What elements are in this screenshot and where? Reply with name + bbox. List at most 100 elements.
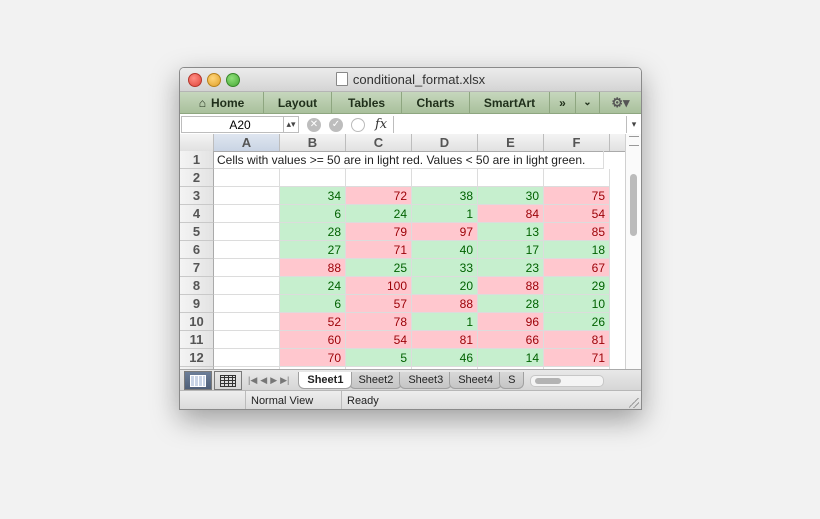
cell-a[interactable]: [214, 169, 280, 187]
split-handle-icon[interactable]: [629, 136, 639, 146]
page-layout-view-button[interactable]: [214, 371, 242, 390]
cell-a[interactable]: [214, 277, 280, 295]
sheet-tab-sheet4[interactable]: Sheet4: [449, 372, 503, 389]
data-cell[interactable]: [544, 169, 610, 187]
data-cell[interactable]: 79: [346, 223, 412, 241]
horizontal-scroll-thumb[interactable]: [535, 377, 562, 384]
prev-sheet-icon[interactable]: ◀: [260, 375, 267, 386]
data-cell[interactable]: [412, 169, 478, 187]
data-cell[interactable]: 84: [478, 205, 544, 223]
next-sheet-icon[interactable]: ▶: [270, 375, 277, 386]
data-cell[interactable]: 96: [478, 313, 544, 331]
data-cell[interactable]: 17: [478, 241, 544, 259]
row-header[interactable]: 9: [180, 295, 214, 313]
column-header-c[interactable]: C: [346, 134, 412, 151]
data-cell[interactable]: 24: [346, 205, 412, 223]
data-cell[interactable]: 30: [478, 187, 544, 205]
formula-expand-icon[interactable]: ▾: [626, 116, 641, 133]
data-cell[interactable]: 40: [412, 241, 478, 259]
data-cell[interactable]: 70: [280, 349, 346, 367]
select-all-corner[interactable]: [180, 134, 214, 151]
row-header[interactable]: 6: [180, 241, 214, 259]
cancel-formula-icon[interactable]: ✕: [307, 117, 321, 132]
fx-label[interactable]: fx: [375, 117, 387, 132]
data-cell[interactable]: 6: [280, 205, 346, 223]
chevron-down-icon[interactable]: ⌄: [576, 92, 600, 113]
row-header[interactable]: 5: [180, 223, 214, 241]
data-cell[interactable]: 1: [412, 313, 478, 331]
row-header[interactable]: 11: [180, 331, 214, 349]
accept-formula-icon[interactable]: ✓: [329, 117, 343, 132]
cell-a[interactable]: [214, 241, 280, 259]
resize-grip-icon[interactable]: [629, 398, 639, 408]
data-cell[interactable]: 60: [280, 331, 346, 349]
sheet-tab-sheet1[interactable]: Sheet1: [298, 372, 353, 389]
data-cell[interactable]: 54: [346, 331, 412, 349]
data-cell[interactable]: 46: [412, 349, 478, 367]
sheet-tab-s[interactable]: S: [499, 372, 525, 389]
column-header-a[interactable]: A: [214, 134, 280, 151]
cell-a[interactable]: [214, 187, 280, 205]
sheet-tab-sheet3[interactable]: Sheet3: [399, 372, 453, 389]
row-header[interactable]: 8: [180, 277, 214, 295]
data-cell[interactable]: 33: [412, 259, 478, 277]
data-cell[interactable]: 100: [346, 277, 412, 295]
column-header-b[interactable]: B: [280, 134, 346, 151]
data-cell[interactable]: 78: [346, 313, 412, 331]
cell-a[interactable]: [214, 205, 280, 223]
name-box-stepper-icon[interactable]: ▴▾: [283, 117, 298, 132]
data-cell[interactable]: 72: [346, 187, 412, 205]
row-header[interactable]: 4: [180, 205, 214, 223]
row-header[interactable]: 3: [180, 187, 214, 205]
cell-a[interactable]: [214, 259, 280, 277]
data-cell[interactable]: 66: [478, 331, 544, 349]
data-cell[interactable]: 71: [346, 241, 412, 259]
data-cell[interactable]: 24: [280, 277, 346, 295]
data-cell[interactable]: 10: [544, 295, 610, 313]
data-cell[interactable]: 97: [412, 223, 478, 241]
cell-a[interactable]: [214, 349, 280, 367]
insert-function-circle-icon[interactable]: ⌒: [351, 117, 365, 132]
gear-icon[interactable]: ⚙▾: [600, 92, 641, 113]
name-box[interactable]: A20 ▴▾: [181, 116, 299, 133]
cell-a1-note[interactable]: Cells with values >= 50 are in light red…: [214, 151, 604, 169]
row-header[interactable]: 10: [180, 313, 214, 331]
data-cell[interactable]: 71: [544, 349, 610, 367]
data-cell[interactable]: 27: [280, 241, 346, 259]
last-sheet-icon[interactable]: ▶|: [280, 375, 289, 386]
horizontal-scrollbar[interactable]: [530, 374, 605, 387]
column-header-f[interactable]: F: [544, 134, 610, 151]
data-cell[interactable]: 29: [544, 277, 610, 295]
data-cell[interactable]: [346, 169, 412, 187]
cell-a[interactable]: [214, 295, 280, 313]
data-cell[interactable]: 85: [544, 223, 610, 241]
vertical-scroll-thumb[interactable]: [630, 174, 637, 236]
data-cell[interactable]: 52: [280, 313, 346, 331]
data-cell[interactable]: 81: [412, 331, 478, 349]
data-cell[interactable]: 28: [478, 295, 544, 313]
row-header[interactable]: 2: [180, 169, 214, 187]
data-cell[interactable]: 18: [544, 241, 610, 259]
cell-a[interactable]: [214, 331, 280, 349]
data-cell[interactable]: 34: [280, 187, 346, 205]
vertical-scrollbar[interactable]: [625, 134, 641, 369]
formula-input[interactable]: [393, 116, 626, 133]
data-cell[interactable]: 67: [544, 259, 610, 277]
data-cell[interactable]: 88: [280, 259, 346, 277]
data-cell[interactable]: 38: [412, 187, 478, 205]
data-cell[interactable]: [280, 169, 346, 187]
data-cell[interactable]: 57: [346, 295, 412, 313]
row-header[interactable]: 1: [180, 151, 214, 169]
data-cell[interactable]: 23: [478, 259, 544, 277]
data-cell[interactable]: 88: [412, 295, 478, 313]
data-cell[interactable]: 14: [478, 349, 544, 367]
tab-smartart[interactable]: SmartArt: [470, 92, 550, 113]
column-header-e[interactable]: E: [478, 134, 544, 151]
data-cell[interactable]: 81: [544, 331, 610, 349]
data-cell[interactable]: 6: [280, 295, 346, 313]
tab-charts[interactable]: Charts: [402, 92, 470, 113]
data-cell[interactable]: 88: [478, 277, 544, 295]
data-cell[interactable]: 54: [544, 205, 610, 223]
tab-home[interactable]: ⌂ Home: [180, 92, 264, 113]
row-header[interactable]: 12: [180, 349, 214, 367]
